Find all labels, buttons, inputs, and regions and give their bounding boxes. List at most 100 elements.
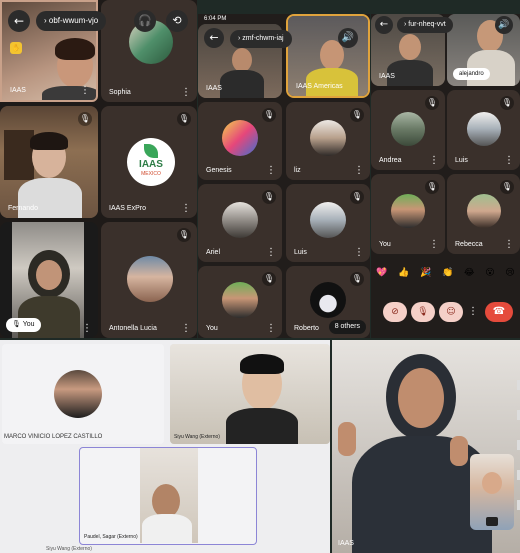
person-hair bbox=[55, 38, 95, 60]
back-button[interactable]: ← bbox=[204, 28, 224, 48]
person-body bbox=[142, 514, 192, 543]
tile-you[interactable]: You 🎙 ⋮ bbox=[371, 174, 445, 254]
mic-off-icon: 🎙 bbox=[262, 272, 276, 286]
participant-name: MARCO VINICIO LOPEZ CASTILLO bbox=[4, 434, 103, 440]
status-time: 6:04 PM bbox=[204, 16, 227, 22]
tile-luis[interactable]: Luis 🎙 ⋮ bbox=[286, 184, 370, 262]
mic-off-icon: 🎙 bbox=[425, 96, 439, 110]
more-options-icon[interactable]: ⋮ bbox=[181, 204, 191, 214]
person-body bbox=[226, 408, 298, 444]
more-options-icon[interactable]: ⋮ bbox=[266, 248, 276, 258]
more-options-button[interactable]: ⋮ bbox=[467, 302, 479, 322]
meet-panel-5: IAAS bbox=[332, 340, 520, 553]
tile-you[interactable]: 🎙 You ⋮ bbox=[0, 222, 98, 338]
person-hair bbox=[30, 132, 68, 150]
participant-name: Antonella Lucia bbox=[109, 325, 157, 332]
participant-name: Paudel, Sagar (Externo) bbox=[84, 534, 138, 540]
shelf bbox=[4, 130, 34, 180]
meet-panel-1: ✋ IAAS ⋮ Sophia ⋮ Fernando 🎙 IAAS MEXICO… bbox=[0, 0, 197, 338]
mic-off-button[interactable]: 🎙 bbox=[411, 302, 435, 322]
mic-off-icon: 🎙 bbox=[177, 112, 191, 126]
mic-off-icon: 🎙 bbox=[500, 180, 514, 194]
participant-name: IAAS bbox=[338, 540, 354, 547]
self-view-thumbnail[interactable] bbox=[470, 454, 514, 530]
tile-marco[interactable]: MARCO VINICIO LOPEZ CASTILLO bbox=[2, 344, 164, 444]
back-button[interactable]: ← bbox=[8, 10, 30, 32]
participant-name: IAAS bbox=[10, 87, 26, 94]
end-call-button[interactable]: ☎ bbox=[485, 302, 513, 322]
tile-ariel[interactable]: Ariel 🎙 ⋮ bbox=[198, 184, 282, 262]
person-body bbox=[18, 178, 82, 218]
mic-off-icon: 🎙 bbox=[350, 190, 364, 204]
tile-genesis[interactable]: Genesis 🎙 ⋮ bbox=[198, 102, 282, 180]
participant-name: You bbox=[22, 321, 35, 328]
others-badge[interactable]: 8 others bbox=[328, 320, 366, 334]
more-options-icon[interactable]: ⋮ bbox=[80, 86, 90, 96]
more-options-icon[interactable]: ⋮ bbox=[266, 324, 276, 334]
more-options-icon[interactable]: ⋮ bbox=[266, 166, 276, 176]
avatar bbox=[467, 194, 501, 228]
reaction-heart[interactable]: 💖 bbox=[376, 268, 387, 278]
mic-off-icon: 🎙 bbox=[500, 96, 514, 110]
iaas-logo: IAAS MEXICO bbox=[127, 138, 175, 186]
tile-antonella[interactable]: Antonella Lucia 🎙 ⋮ bbox=[101, 222, 197, 338]
tile-iaas-americas[interactable]: IAAS Americas bbox=[286, 14, 370, 98]
back-button[interactable]: ← bbox=[375, 16, 393, 34]
tile-rebecca[interactable]: Rebecca 🎙 ⋮ bbox=[447, 174, 520, 254]
participant-name: Luis bbox=[455, 157, 468, 164]
reactions-bar: 💖 👍 🎉 👏 😂 😮 😢 bbox=[371, 262, 520, 284]
speaker-icon[interactable]: 🔊 bbox=[495, 16, 513, 34]
avatar bbox=[310, 120, 346, 156]
more-options-icon[interactable]: ⋮ bbox=[82, 324, 92, 334]
meeting-code-button[interactable]: › obf-wwum-vjo bbox=[36, 11, 107, 31]
participant-name: alejandro bbox=[459, 71, 484, 77]
chevron-right-icon: › bbox=[44, 16, 47, 25]
tile-roberto[interactable]: Roberto 🎙 8 others bbox=[286, 266, 370, 338]
tile-andrea[interactable]: Andrea 🎙 ⋮ bbox=[371, 90, 445, 170]
more-options-icon[interactable]: ⋮ bbox=[181, 88, 191, 98]
meeting-code-button[interactable]: › zmf-chwm-iaj bbox=[230, 30, 292, 48]
reaction-clap[interactable]: 👏 bbox=[442, 268, 453, 278]
person-face bbox=[399, 34, 421, 60]
more-options-icon[interactable]: ⋮ bbox=[354, 166, 364, 176]
tile-iaas-expro[interactable]: IAAS MEXICO IAAS ExPro 🎙 ⋮ bbox=[101, 106, 197, 218]
participant-name-footer: Siyu Wang (Externo) bbox=[46, 546, 92, 552]
meeting-code: fur-nheq-vvt bbox=[408, 21, 446, 28]
reaction-party[interactable]: 🎉 bbox=[420, 268, 431, 278]
person-face bbox=[152, 484, 180, 518]
reaction-surprised[interactable]: 😮 bbox=[485, 268, 494, 278]
logo-leaf-icon bbox=[144, 144, 158, 158]
tile-luis[interactable]: Luis 🎙 ⋮ bbox=[447, 90, 520, 170]
logo-subtext: MEXICO bbox=[141, 171, 161, 177]
participant-name: Genesis bbox=[206, 167, 232, 174]
speaker-icon[interactable]: 🔊 bbox=[338, 28, 358, 48]
meeting-code-button[interactable]: › fur-nheq-vvt bbox=[397, 17, 453, 33]
more-options-icon[interactable]: ⋮ bbox=[181, 324, 191, 334]
avatar bbox=[127, 256, 173, 302]
tile-paudel[interactable]: Paudel, Sagar (Externo) bbox=[79, 447, 257, 545]
mic-off-icon: 🎙 bbox=[177, 228, 191, 242]
tile-siyu[interactable]: Siyu Wang (Externo) bbox=[170, 344, 330, 444]
more-options-icon[interactable]: ⋮ bbox=[354, 248, 364, 258]
more-options-icon[interactable]: ⋮ bbox=[429, 156, 439, 166]
participant-name: Roberto bbox=[294, 325, 319, 332]
reaction-sad[interactable]: 😢 bbox=[505, 268, 514, 278]
reaction-laugh[interactable]: 😂 bbox=[464, 268, 475, 278]
switch-camera-button[interactable]: ⟲ bbox=[166, 10, 188, 32]
camera-off-button[interactable]: ⊘ bbox=[383, 302, 407, 322]
more-options-icon[interactable]: ⋮ bbox=[504, 156, 514, 166]
participant-name: IAAS bbox=[379, 73, 395, 80]
tile-fernando[interactable]: Fernando 🎙 bbox=[0, 106, 98, 218]
camera-flip-icon[interactable] bbox=[486, 517, 498, 526]
emoji-button[interactable]: ☺ bbox=[439, 302, 463, 322]
tile-liz[interactable]: liz 🎙 ⋮ bbox=[286, 102, 370, 180]
more-options-icon[interactable]: ⋮ bbox=[429, 240, 439, 250]
reaction-thumbs-up[interactable]: 👍 bbox=[398, 268, 409, 278]
chevron-right-icon: › bbox=[404, 21, 407, 28]
name-badge: alejandro bbox=[453, 68, 490, 80]
audio-output-button[interactable]: 🎧 bbox=[134, 10, 156, 32]
more-options-icon[interactable]: ⋮ bbox=[504, 240, 514, 250]
chevron-right-icon: › bbox=[238, 35, 241, 42]
tile-you[interactable]: You 🎙 ⋮ bbox=[198, 266, 282, 338]
person-body bbox=[220, 70, 264, 98]
